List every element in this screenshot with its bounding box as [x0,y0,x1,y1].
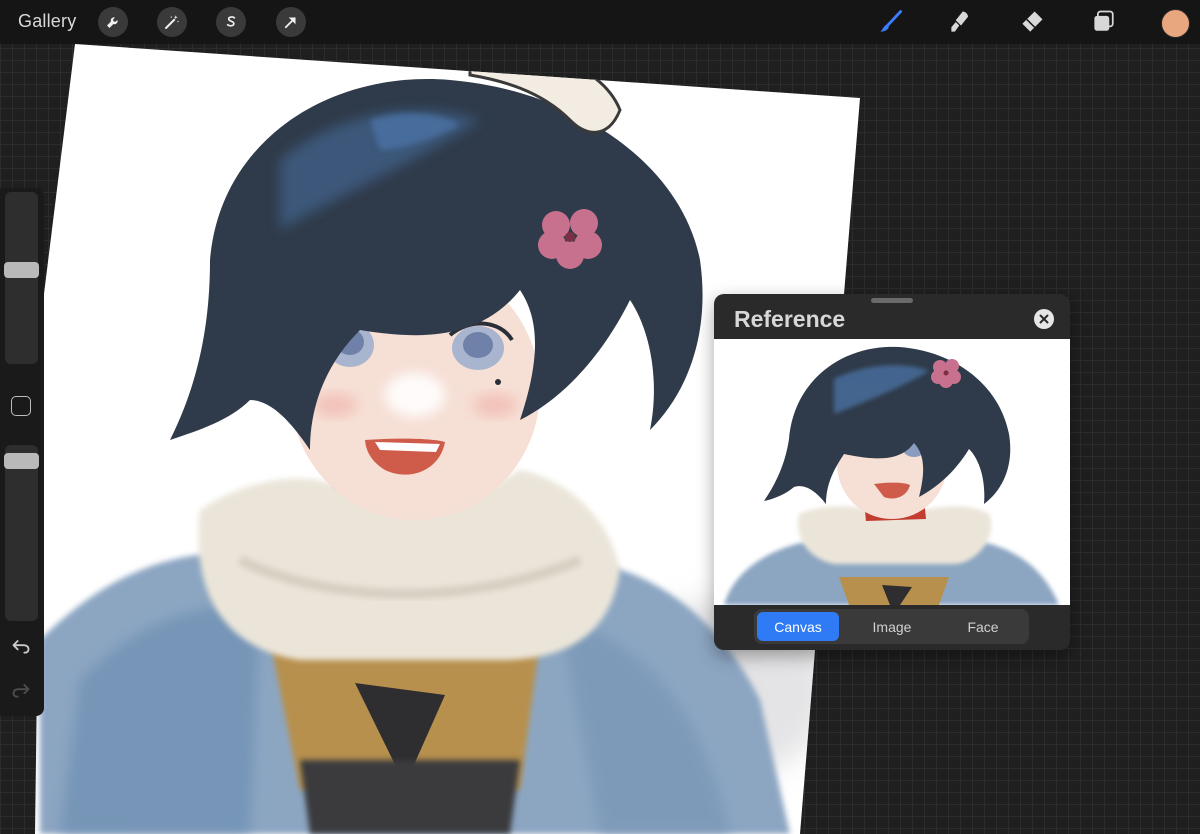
opacity-handle[interactable] [4,453,39,469]
redo-icon[interactable] [10,680,32,700]
opacity-slider[interactable] [5,445,38,621]
close-icon [1039,314,1049,324]
panel-grabber[interactable] [871,298,913,303]
reference-title: Reference [734,306,846,332]
tab-canvas[interactable]: Canvas [757,612,839,641]
reference-mode-segmented-control: Canvas Image Face [754,609,1029,644]
brush-size-handle[interactable] [4,262,39,279]
undo-icon[interactable] [10,636,32,656]
close-button[interactable] [1034,309,1054,329]
tab-face[interactable]: Face [940,612,1026,641]
tab-image[interactable]: Image [848,612,936,641]
reference-panel: Reference Canvas Image Face [714,294,1070,650]
reference-preview [714,339,1070,605]
left-sidebar [0,188,44,716]
modify-button[interactable] [11,396,31,416]
